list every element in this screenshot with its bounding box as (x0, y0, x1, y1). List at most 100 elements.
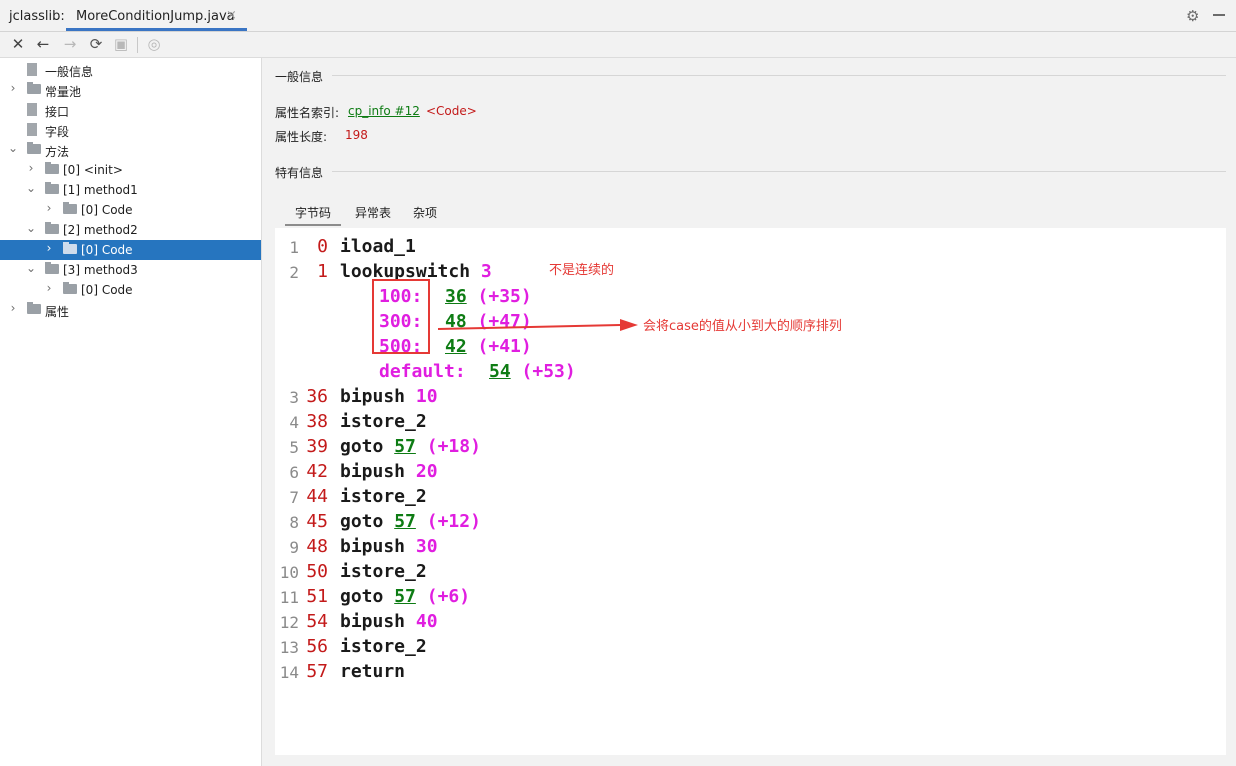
bytecode-offset: 50 (306, 561, 328, 582)
bytecode-offset: 39 (306, 436, 328, 457)
name-index-value: <Code> (426, 104, 477, 118)
tree-node[interactable]: ⌄ [2] method2 (0, 220, 261, 240)
bytecode-instruction: bipush 20 (340, 461, 438, 482)
tree-node[interactable]: › [0] <init> (0, 160, 261, 180)
folder-icon (27, 142, 41, 154)
tree-node[interactable]: 接口 (0, 100, 261, 120)
folder-icon (63, 282, 77, 294)
opcode: istore_2 (340, 411, 427, 432)
tab-close-icon[interactable]: × (226, 8, 237, 23)
tree-node[interactable]: › [0] Code (0, 200, 261, 220)
tree-node[interactable]: › [0] Code (0, 240, 261, 260)
bytecode-offset: 44 (306, 486, 328, 507)
toolbar-divider (137, 37, 138, 53)
section-divider (332, 75, 1226, 76)
case-keys-highlight-box (372, 279, 430, 354)
folder-icon (27, 302, 41, 314)
bytecode-offset: 42 (306, 461, 328, 482)
general-info-title: 一般信息 (275, 70, 324, 84)
opcode: return (340, 661, 406, 682)
bytecode-offset: 48 (306, 536, 328, 557)
forward-arrow-icon[interactable]: → (61, 35, 79, 53)
operand: 20 (415, 461, 438, 482)
tab-misc[interactable]: 杂项 (405, 202, 445, 226)
folder-icon (63, 202, 77, 214)
file-icon (27, 103, 37, 116)
toolbar: ✕ ← → ⟳ ▣ ◎ (0, 32, 1236, 58)
switch-default-target: 54 (+53) (489, 361, 576, 382)
specific-info-title: 特有信息 (275, 166, 324, 180)
bytecode-instruction: goto 57 (+18) (340, 436, 481, 457)
operand: 10 (415, 386, 438, 407)
bytecode-instruction: return (340, 661, 405, 682)
close-icon[interactable]: ✕ (9, 35, 27, 53)
opcode: bipush (340, 536, 406, 557)
tab-moreconditionjump[interactable]: MoreConditionJump.java × (66, 0, 247, 31)
tree-node[interactable]: › 属性 (0, 300, 261, 320)
length-label: 属性长度: (275, 130, 328, 144)
tree-node[interactable]: 一般信息 (0, 60, 261, 80)
title-tab-bar: jclasslib: MoreConditionJump.java × ⚙ (0, 0, 1236, 32)
tab-bytecode[interactable]: 字节码 (285, 202, 341, 226)
bytecode-offset: 45 (306, 511, 328, 532)
opcode: istore_2 (340, 486, 427, 507)
detail-panel: 一般信息 属性名索引: cp_info #12 <Code> 属性长度: 198… (262, 58, 1236, 766)
tab-label: MoreConditionJump.java (76, 9, 235, 24)
minimize-icon[interactable] (1213, 14, 1225, 16)
tab-exception-table[interactable]: 异常表 (347, 202, 399, 226)
relative-offset: (+6) (426, 586, 471, 607)
chevron-down-icon[interactable]: ⌄ (25, 181, 37, 195)
bytecode-instruction: bipush 40 (340, 611, 438, 632)
line-number: 3 (289, 388, 299, 407)
bytecode-offset: 57 (306, 661, 328, 682)
chevron-down-icon[interactable]: ⌄ (25, 221, 37, 235)
tree-node[interactable]: › 常量池 (0, 80, 261, 100)
operand: 3 (480, 261, 492, 282)
line-number: 11 (279, 588, 299, 607)
bytecode-offset: 54 (306, 611, 328, 632)
chevron-right-icon[interactable]: › (25, 161, 37, 175)
tree-node-label: 方法 (45, 145, 70, 159)
tree-node-label: 属性 (45, 305, 70, 319)
chevron-down-icon[interactable]: ⌄ (25, 261, 37, 275)
tree-node[interactable]: › [0] Code (0, 280, 261, 300)
line-number: 14 (279, 663, 299, 682)
bytecode-offset: 51 (306, 586, 328, 607)
back-arrow-icon[interactable]: ← (34, 35, 52, 53)
chevron-right-icon[interactable]: › (43, 241, 55, 255)
chevron-right-icon[interactable]: › (43, 201, 55, 215)
chevron-right-icon[interactable]: › (7, 301, 19, 315)
tree-node[interactable]: ⌄ 方法 (0, 140, 261, 160)
name-index-link[interactable]: cp_info #12 (348, 104, 420, 118)
jump-target-link[interactable]: 57 (394, 511, 416, 532)
tree-node[interactable]: ⌄ [3] method3 (0, 260, 261, 280)
app-title-prefix: jclasslib: (9, 9, 65, 24)
line-number: 10 (279, 563, 299, 582)
relative-offset: (+41) (477, 336, 532, 357)
opcode: bipush (340, 461, 406, 482)
chevron-down-icon[interactable]: ⌄ (7, 141, 19, 155)
chevron-right-icon[interactable]: › (43, 281, 55, 295)
jump-target-link[interactable]: 42 (445, 336, 467, 357)
save-icon[interactable]: ▣ (112, 35, 130, 53)
line-number: 8 (289, 513, 299, 532)
jump-target-link[interactable]: 54 (489, 361, 511, 382)
tree-node-label: [0] Code (81, 243, 133, 257)
opcode: bipush (340, 611, 406, 632)
tree-node-label: 字段 (45, 125, 70, 139)
jump-target-link[interactable]: 57 (394, 436, 416, 457)
refresh-icon[interactable]: ⟳ (87, 35, 105, 53)
chevron-right-icon[interactable]: › (7, 81, 19, 95)
bytecode-instruction: istore_2 (340, 561, 427, 582)
relative-offset: (+18) (426, 436, 481, 457)
tree-node[interactable]: ⌄ [1] method1 (0, 180, 261, 200)
gear-icon[interactable]: ⚙ (1186, 7, 1199, 25)
opcode: goto (340, 436, 384, 457)
annotation-not-continuous: 不是连续的 (549, 263, 615, 278)
jump-target-link[interactable]: 36 (445, 286, 467, 307)
jump-target-link[interactable]: 57 (394, 586, 416, 607)
tree-node[interactable]: 字段 (0, 120, 261, 140)
web-icon[interactable]: ◎ (145, 35, 163, 53)
folder-icon (45, 262, 59, 274)
folder-icon (27, 82, 41, 94)
